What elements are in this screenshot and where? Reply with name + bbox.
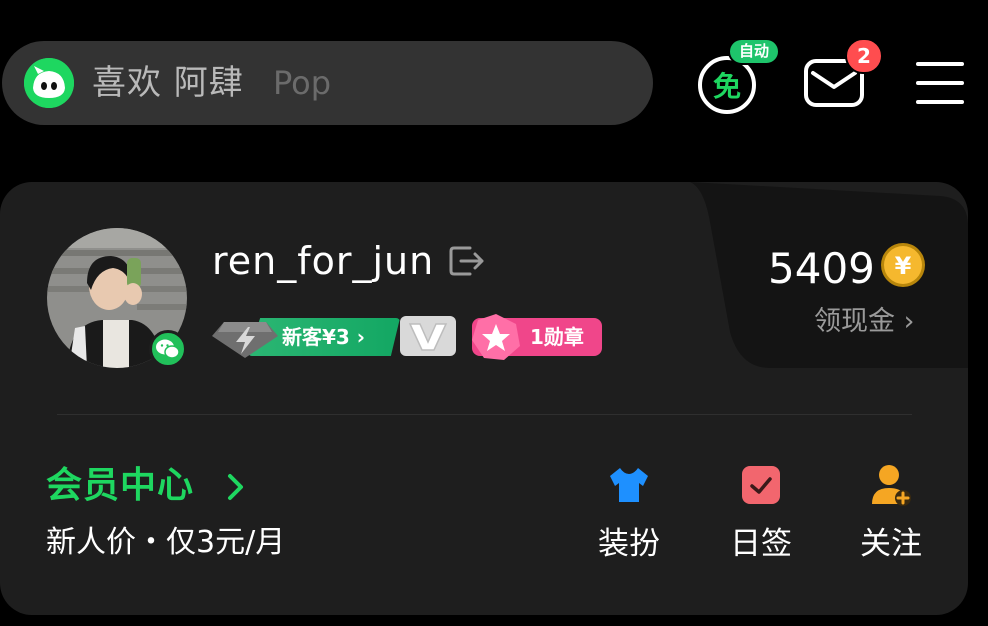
- logout-icon[interactable]: [448, 244, 486, 278]
- search-bar[interactable]: 喜欢 阿肆 Pop: [2, 41, 653, 125]
- get-cash-link[interactable]: 领现金 ›: [814, 304, 914, 340]
- medal-label: 1勋章: [530, 325, 584, 349]
- coin-balance[interactable]: 5409: [768, 244, 875, 294]
- vip-price-subtitle: 新人价・仅3元/月: [46, 525, 286, 560]
- newbie-offer-label: 新客¥3: [282, 325, 350, 349]
- chevron-right-icon[interactable]: [222, 472, 248, 502]
- coin-icon: ¥: [880, 242, 926, 288]
- star-medal-icon: [470, 312, 522, 362]
- svg-text:¥: ¥: [895, 252, 912, 280]
- username[interactable]: ren_for_jun: [212, 238, 434, 284]
- diamond-level-icon[interactable]: [212, 314, 282, 360]
- profile-card: ren_for_jun 新客¥3 › 1勋章 5409 ¥ 领现金 › 会员中心…: [0, 182, 968, 615]
- vip-v-icon[interactable]: [398, 314, 458, 362]
- follow-user-icon: [872, 465, 911, 506]
- shortcut-label: 装扮: [598, 526, 660, 562]
- checkin-icon: [742, 466, 780, 504]
- badges-row: 新客¥3 › 1勋章: [212, 314, 612, 364]
- menu-button[interactable]: [914, 60, 966, 106]
- shortcut-label: 日签: [730, 526, 792, 562]
- shortcut-label: 关注: [860, 526, 922, 562]
- unread-count-badge: 2: [845, 38, 883, 74]
- vip-center-title[interactable]: 会员中心: [46, 464, 194, 508]
- search-hint-genre: Pop: [273, 64, 332, 102]
- wechat-icon: [149, 330, 187, 368]
- tshirt-icon: [610, 468, 648, 502]
- search-hint: 喜欢 阿肆: [92, 63, 244, 103]
- svg-text:免: 免: [713, 70, 741, 103]
- hamburger-menu-icon: [916, 62, 964, 104]
- app-logo-icon: [24, 58, 74, 108]
- shortcut-dressup[interactable]: 装扮: [584, 462, 674, 572]
- divider: [57, 414, 912, 415]
- auto-badge: 自动: [728, 38, 780, 65]
- shortcut-follow[interactable]: 关注: [846, 462, 936, 572]
- shortcut-checkin[interactable]: 日签: [716, 462, 806, 572]
